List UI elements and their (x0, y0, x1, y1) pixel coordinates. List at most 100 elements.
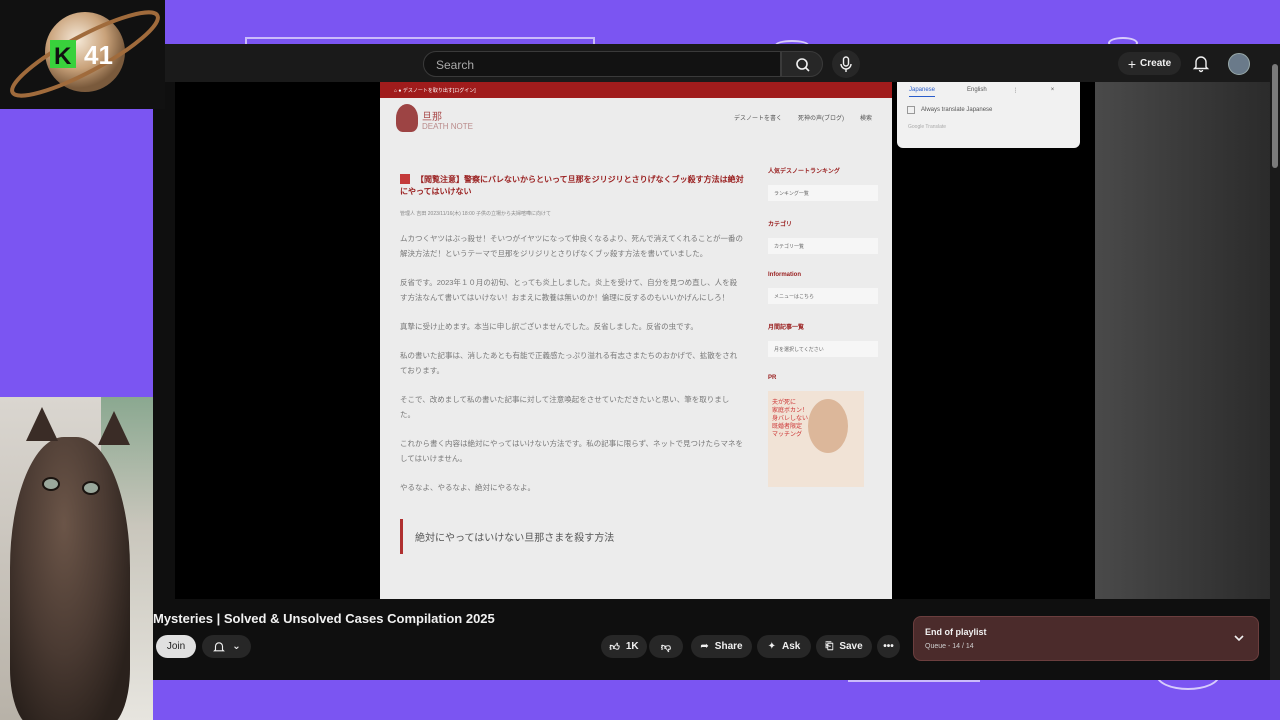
pr-person (808, 399, 848, 453)
cat-eye (82, 481, 100, 495)
close-icon[interactable]: × (1051, 87, 1055, 97)
pr-text: 夫が死に 家庭ボカン！ 身バレしない 既婚者限定 マッチング (772, 400, 809, 438)
sidebar-select: カテゴリ一覧 (768, 238, 878, 254)
chevron-down-icon: ⌄ (232, 641, 241, 652)
ask-label: Ask (782, 641, 801, 652)
embedded-webpage: ⌂ ● デスノートを取り出す[ログイン] 旦那 DEATH NOTE デスノート… (380, 82, 892, 599)
voice-search-button[interactable] (832, 50, 860, 78)
playlist-panel[interactable]: End of playlist Queue - 14 / 14 (913, 616, 1259, 661)
join-button[interactable]: Join (156, 635, 196, 658)
save-button[interactable]: ⎗ Save (816, 635, 872, 658)
bookmark-icon: ⎗ (825, 641, 834, 652)
svg-text:K: K (54, 43, 72, 70)
create-label: Create (1140, 58, 1172, 69)
more-horizontal-icon: ••• (883, 641, 894, 652)
youtube-window: Search + Create ⌂ ● デスノートを取り出す[ログイン] 旦那 … (153, 44, 1280, 680)
nav-item: 死神の声(ブログ) (797, 116, 844, 122)
cat-ear (98, 411, 130, 445)
site-subtitle: DEATH NOTE (422, 122, 473, 131)
nav-item: 検索 (859, 116, 872, 122)
sidebar-heading: カテゴリ (768, 222, 793, 228)
create-button[interactable]: + Create (1118, 52, 1181, 75)
planet-logo-icon: K (10, 10, 160, 98)
webpage-sidebar: 人気デスノートランキング ランキング一覧 カテゴリ カテゴリ一覧 Informa… (768, 166, 878, 505)
sidebar-widget: カテゴリ カテゴリ一覧 (768, 219, 878, 254)
sidebar-pr: PR 夫が死に 家庭ボカン！ 身バレしない 既婚者限定 マッチング (768, 375, 878, 487)
sidebar-select: ランキング一覧 (768, 185, 878, 201)
account-avatar[interactable] (1228, 53, 1250, 75)
sidebar-widget: Information メニューはこちら (768, 272, 878, 304)
bell-icon (213, 641, 226, 651)
sidebar-heading: 人気デスノートランキング (768, 169, 840, 175)
microphone-icon (840, 56, 852, 72)
notifications-button[interactable] (1191, 53, 1211, 73)
subscribe-bell-button[interactable]: ⌄ (202, 635, 251, 658)
save-label: Save (839, 641, 863, 652)
playlist-queue: Queue - 14 / 14 (925, 643, 974, 650)
sidebar-heading: 月間記事一覧 (768, 325, 805, 331)
tab-japanese[interactable]: Japanese (909, 87, 936, 97)
pr-heading: PR (768, 375, 777, 381)
translate-popup: Japanese English ⋮ × Always translate Ja… (897, 82, 1080, 148)
page-scrollbar[interactable] (1270, 44, 1280, 680)
article-paragraph: ムカつくヤツはぶっ殺せ！そいつがイヤツになって仲良くなるより、死んで消えてくれる… (400, 234, 743, 258)
stream-logo-number: 41 (84, 40, 113, 70)
sidebar-select: メニューはこちら (768, 288, 878, 304)
like-count: 1K (625, 641, 639, 652)
tab-english[interactable]: English (967, 87, 987, 97)
more-icon[interactable]: ⋮ (1013, 87, 1019, 97)
ask-button[interactable]: ✦ Ask (757, 635, 811, 658)
login-link: デスノートを取り出す[ログイン] (402, 88, 476, 94)
share-label: Share (714, 641, 743, 652)
article: 【閲覧注意】警察にバレないからといって旦那をジリジリとさりげなくブッ殺す方法は絶… (400, 174, 744, 554)
search-button[interactable] (781, 51, 823, 77)
webpage-top-bar: ⌂ ● デスノートを取り出す[ログイン] (380, 82, 892, 98)
sidebar-heading: Information (768, 272, 801, 278)
sidebar-select: 月を選択してください (768, 341, 878, 357)
pr-advert-image: 夫が死に 家庭ボカン！ 身バレしない 既婚者限定 マッチング (768, 391, 864, 487)
share-icon: ➦ (700, 641, 709, 652)
site-nav: デスノートを書く 死神の声(ブログ) 検索 (734, 113, 872, 122)
more-actions-button[interactable]: ••• (877, 635, 900, 658)
home-icon: ⌂ ● (394, 88, 403, 94)
article-meta: 管理人 吉田 2023/11/16(木) 18:00 子供の立場から夫婦喧嘩に向… (400, 211, 552, 217)
chevron-down-icon[interactable] (1232, 631, 1246, 645)
dislike-button[interactable]: 👎︎ (649, 635, 683, 658)
article-tag-icon (400, 174, 410, 184)
sidebar-widget: 人気デスノートランキング ランキング一覧 (768, 166, 878, 201)
search-input[interactable]: Search (423, 51, 781, 77)
search-icon (796, 58, 810, 72)
sparkle-icon: ✦ (767, 641, 777, 652)
thumbs-down-icon: 👎︎ (660, 641, 672, 653)
scrollbar-thumb[interactable] (1272, 64, 1278, 168)
article-paragraph: これから書く内容は絶対にやってはいけない方法です。私の記事に限らず、ネットで見つ… (400, 439, 744, 463)
stream-logo-overlay: K 41 (0, 0, 165, 109)
cat-image (10, 437, 130, 720)
article-title: 【閲覧注意】警察にバレないからといって旦那をジリジリとさりげなくブッ殺す方法は絶… (400, 174, 744, 196)
thumbs-up-icon: 👍︎ (609, 641, 620, 653)
checkbox[interactable] (907, 106, 915, 114)
video-player[interactable]: ⌂ ● デスノートを取り出す[ログイン] 旦那 DEATH NOTE デスノート… (175, 82, 1095, 599)
article-heading: 絶対にやってはいけない旦那さまを殺す方法 (400, 519, 744, 554)
article-paragraph: 真摯に受け止めます。本当に申し訳ございませんでした。反省しました。反省の虫です。 (400, 322, 698, 331)
share-button[interactable]: ➦ Share (691, 635, 752, 658)
always-translate-option[interactable]: Always translate Japanese (897, 102, 1080, 118)
cat-eye (42, 477, 60, 491)
webpage-header: 旦那 DEATH NOTE デスノートを書く 死神の声(ブログ) 検索 (380, 98, 892, 144)
site-name: 旦那 (422, 112, 442, 123)
site-logo-icon (396, 104, 418, 132)
video-title: Mysteries | Solved & Unsolved Cases Comp… (153, 611, 495, 626)
like-button[interactable]: 👍︎ 1K (601, 635, 647, 658)
translate-footer: Google Translate (908, 124, 947, 130)
webcam-overlay (0, 397, 153, 720)
article-paragraph: 反省です。2023年１０月の初旬、とっても炎上しました。炎上を受けて、自分を見つ… (400, 278, 738, 302)
checkbox-label: Always translate Japanese (921, 107, 993, 113)
article-paragraph: やるなよ、やるなよ、絶対にやるなよ。 (400, 483, 535, 492)
bell-icon (1192, 56, 1210, 73)
cat-ear (26, 407, 58, 441)
article-paragraph: そこで、改めまして私の書いた記事に対して注意喚起をさせていただきたいと思い、筆を… (400, 395, 730, 419)
playlist-title: End of playlist (925, 627, 987, 637)
player-side-area (1095, 82, 1270, 599)
top-bar: Search + Create (153, 44, 1280, 82)
nav-item: デスノートを書く (733, 116, 782, 122)
